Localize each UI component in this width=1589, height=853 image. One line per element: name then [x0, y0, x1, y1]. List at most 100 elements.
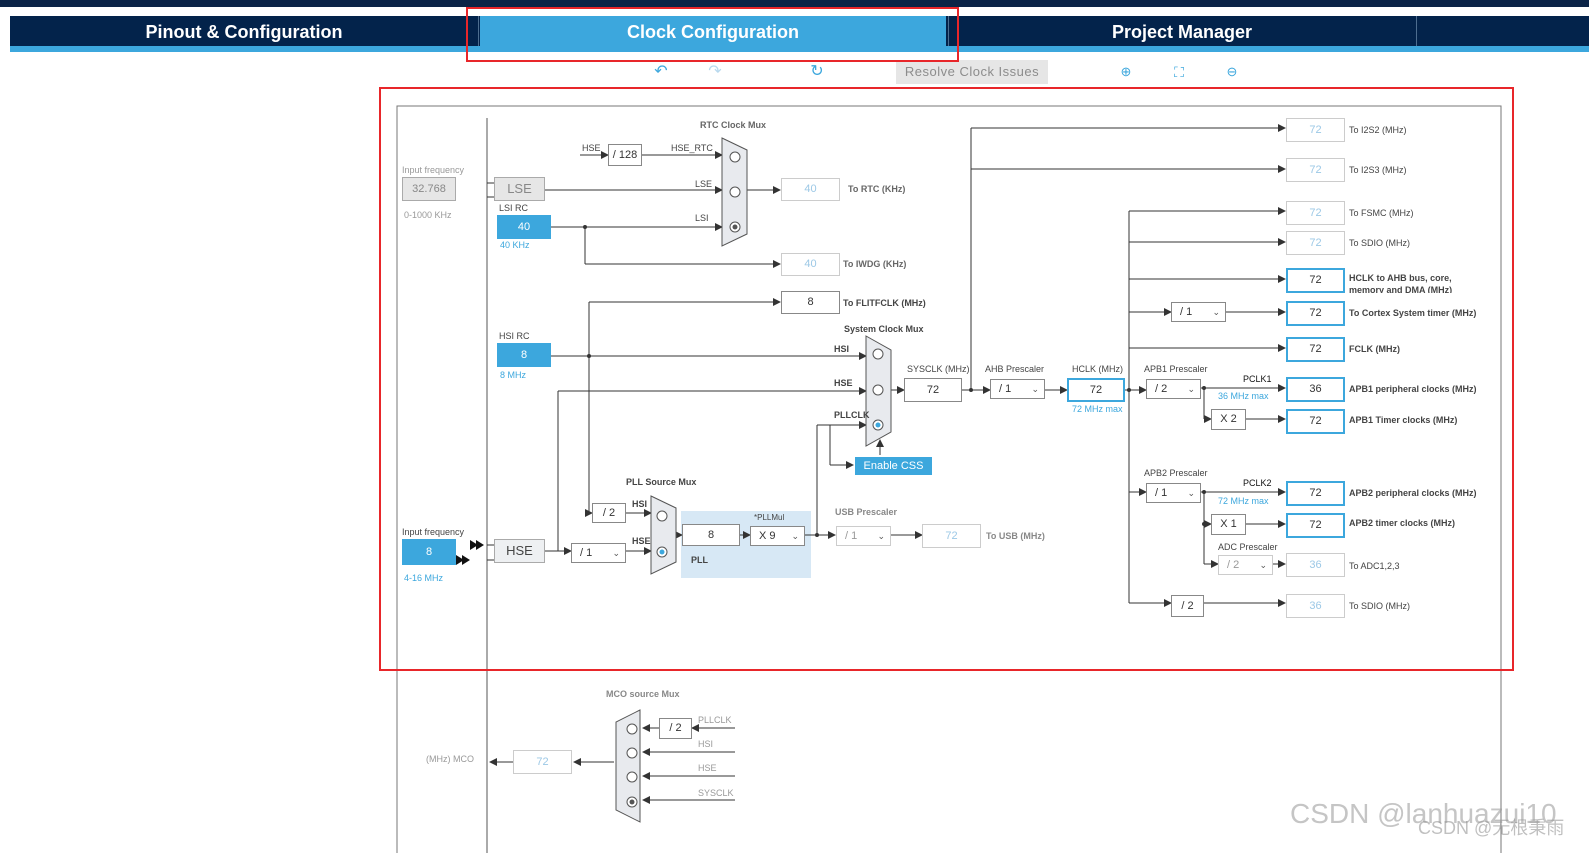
sys-mux-pllclk: PLLCLK	[834, 410, 870, 420]
chevron-down-icon: ⌄	[1031, 384, 1039, 394]
fclk-output[interactable]: 72	[1286, 337, 1345, 362]
apb1-timer-output-label: APB1 Timer clocks (MHz)	[1349, 415, 1458, 425]
hsi-value: 8	[497, 343, 551, 367]
apb2-peripheral-output[interactable]: 72	[1286, 481, 1345, 506]
pll-label: PLL	[691, 555, 708, 565]
sysclk-label: SYSCLK (MHz)	[907, 364, 970, 374]
flitfclk-output: 8	[781, 291, 840, 314]
enable-css-button[interactable]: Enable CSS	[855, 457, 932, 475]
hsi-unit: 8 MHz	[500, 370, 527, 380]
hsi-rc-label: HSI RC	[499, 331, 530, 341]
apb1-prescaler-label: APB1 Prescaler	[1144, 364, 1208, 374]
mco-output: 72	[513, 750, 572, 774]
sys-mux-hse: HSE	[834, 378, 853, 388]
sdio-divider: / 2	[1171, 595, 1204, 617]
hclk-max: 72 MHz max	[1072, 404, 1123, 414]
chevron-down-icon: ⌄	[1259, 560, 1267, 570]
usb-output-label: To USB (MHz)	[986, 531, 1045, 541]
sysclk-value: 72	[904, 378, 962, 402]
hclk-ahb-output[interactable]: 72	[1286, 268, 1345, 293]
apb1-timer-output[interactable]: 72	[1286, 409, 1345, 434]
hclk-label: HCLK (MHz)	[1072, 364, 1123, 374]
mco-pllclk: PLLCLK	[698, 715, 732, 725]
apb2-prescaler-label: APB2 Prescaler	[1144, 468, 1208, 478]
usb-output: 72	[922, 524, 981, 548]
pllmul-label: *PLLMul	[754, 513, 785, 522]
lse-input-label: Input frequency	[402, 165, 465, 175]
mco-mux-label: MCO source Mux	[606, 689, 680, 699]
apb1-peripheral-output[interactable]: 36	[1286, 377, 1345, 402]
apb2-peripheral-output-label: APB2 peripheral clocks (MHz)	[1349, 488, 1477, 498]
i2s3-output: 72	[1286, 158, 1345, 182]
pclk2-max: 72 MHz max	[1218, 496, 1269, 506]
pll-input-value: 8	[682, 524, 740, 546]
lsi-value: 40	[497, 215, 551, 239]
cortex-timer-output-label: To Cortex System timer (MHz)	[1349, 308, 1477, 318]
clock-tab-highlight	[466, 7, 959, 62]
hclk-ahb-output-label-line2: memory and DMA (MHz)	[1349, 285, 1453, 293]
chevron-down-icon: ⌄	[1187, 384, 1195, 394]
chevron-down-icon: ⌄	[877, 531, 885, 541]
rtc-lse-label: LSE	[695, 179, 713, 189]
sdio-output-bottom: 36	[1286, 594, 1345, 618]
hse-source: HSE	[494, 539, 545, 563]
apb1-timer-multiplier: X 2	[1211, 409, 1246, 430]
pll-hsi-divider: / 2	[592, 503, 626, 523]
pclk1-label: PCLK1	[1243, 374, 1272, 384]
hse-prediv-dropdown[interactable]: / 1 ⌄	[571, 543, 626, 563]
flitfclk-output-label: To FLITFCLK (MHz)	[843, 298, 926, 308]
apb2-timer-output[interactable]: 72	[1286, 513, 1345, 538]
hse-input-label: Input frequency	[402, 527, 465, 537]
chevron-down-icon: ⌄	[612, 548, 620, 558]
rtc-output-label: To RTC (KHz)	[848, 184, 906, 194]
rtc-hse-rtc-label: HSE_RTC	[671, 143, 713, 153]
lse-input-frequency[interactable]: 32.768	[402, 177, 456, 201]
mco-label: (MHz) MCO	[426, 754, 474, 764]
cortex-timer-divider-value: / 1	[1180, 306, 1193, 318]
ahb-prescaler-value: / 1	[999, 383, 1012, 395]
usb-prescaler-dropdown[interactable]: / 1 ⌄	[836, 526, 891, 546]
apb1-peripheral-output-label: APB1 peripheral clocks (MHz)	[1349, 384, 1477, 394]
rtc-hse-divider: / 128	[608, 144, 642, 166]
chevron-down-icon: ⌄	[791, 531, 799, 541]
hclk-ahb-output-label: HCLK to AHB bus, core,	[1349, 273, 1452, 283]
hse-range: 4-16 MHz	[404, 573, 444, 583]
apb2-prescaler-value: / 1	[1155, 487, 1168, 499]
hclk-value[interactable]: 72	[1067, 378, 1125, 402]
pll-mux-hsi: HSI	[632, 499, 648, 509]
adc-output: 36	[1286, 553, 1345, 577]
lse-source: LSE	[494, 177, 545, 201]
cortex-timer-divider-dropdown[interactable]: / 1 ⌄	[1171, 302, 1226, 322]
usb-prescaler-label: USB Prescaler	[835, 507, 898, 517]
pllmul-dropdown[interactable]: X 9 ⌄	[750, 526, 805, 546]
cortex-timer-output[interactable]: 72	[1286, 301, 1345, 326]
hse-input-frequency[interactable]: 8	[402, 539, 456, 565]
watermark-sub: CSDN @无根秉雨	[1418, 818, 1565, 838]
apb1-prescaler-value: / 2	[1155, 383, 1168, 395]
rtc-lsi-label: LSI	[695, 213, 709, 223]
mco-hsi: HSI	[698, 739, 714, 749]
apb2-prescaler-dropdown[interactable]: / 1 ⌄	[1146, 483, 1201, 503]
apb1-prescaler-dropdown[interactable]: / 2 ⌄	[1146, 379, 1201, 399]
apb2-timer-output-label: APB2 timer clocks (MHz)	[1349, 518, 1456, 528]
pclk2-label: PCLK2	[1243, 478, 1272, 488]
adc-prescaler-dropdown[interactable]: / 2 ⌄	[1218, 555, 1273, 575]
rtc-mux-label: RTC Clock Mux	[700, 120, 767, 130]
adc-prescaler-value: / 2	[1227, 559, 1240, 571]
adc-output-label: To ADC1,2,3	[1349, 561, 1400, 571]
rtc-hse-label: HSE	[582, 143, 601, 153]
fclk-output-label: FCLK (MHz)	[1349, 344, 1400, 354]
lse-range: 0-1000 KHz	[404, 210, 452, 220]
pclk1-max: 36 MHz max	[1218, 391, 1269, 401]
sdio-output-top-label: To SDIO (MHz)	[1349, 238, 1411, 248]
system-clock-mux-label: System Clock Mux	[844, 324, 924, 334]
i2s2-output-label: To I2S2 (MHz)	[1349, 125, 1407, 135]
mco-pll-divider: / 2	[659, 718, 692, 739]
fsmc-output: 72	[1286, 201, 1345, 225]
apb2-timer-multiplier: X 1	[1211, 514, 1246, 535]
pll-mux-hse: HSE	[632, 536, 651, 546]
ahb-prescaler-dropdown[interactable]: / 1 ⌄	[990, 379, 1045, 399]
pll-source-mux-label: PLL Source Mux	[626, 477, 697, 487]
fsmc-output-label: To FSMC (MHz)	[1349, 208, 1414, 218]
chevron-down-icon: ⌄	[1212, 307, 1220, 317]
